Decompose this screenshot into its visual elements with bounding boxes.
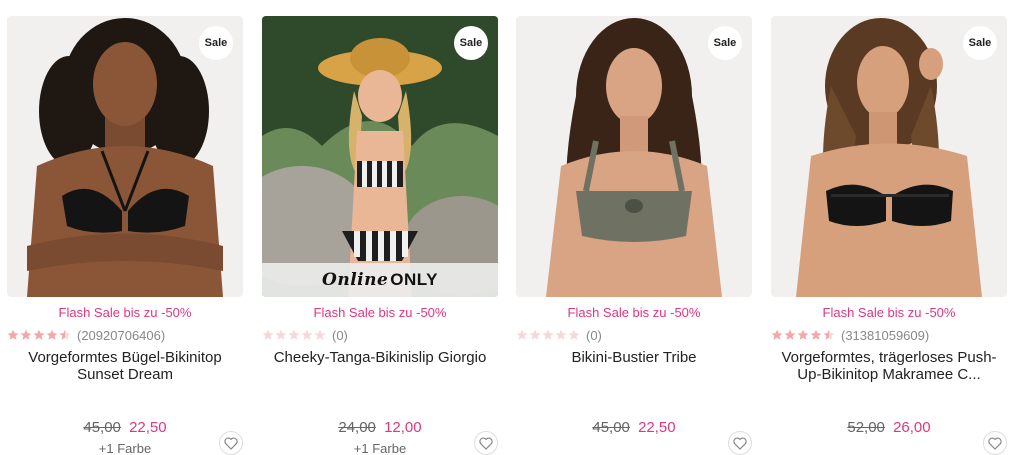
product-image[interactable]: Sale — [771, 16, 1007, 297]
star-rating — [262, 329, 327, 341]
rating-count: (20920706406) — [77, 327, 166, 343]
product-grid: Sale Flash Sale bis zu -50% (20920706406… — [0, 0, 1024, 455]
flash-sale-label: Flash Sale bis zu -50% — [313, 305, 447, 320]
heart-icon — [988, 436, 1002, 450]
product-image[interactable]: Sale — [516, 16, 752, 297]
rating: (20920706406) — [7, 327, 243, 343]
product-title[interactable]: Vorgeformtes Bügel-Bikinitop Sunset Drea… — [7, 349, 243, 403]
online-only-label: ONLY — [390, 270, 438, 289]
flash-sale-label: Flash Sale bis zu -50% — [58, 305, 192, 320]
price: 52,00 26,00 — [771, 419, 1007, 437]
rating: (0) — [262, 327, 498, 343]
star-icon — [555, 329, 567, 340]
price: 45,00 22,50 — [7, 419, 243, 437]
wishlist-button[interactable] — [728, 431, 752, 455]
color-count[interactable]: +1 Farbe — [262, 441, 498, 455]
product-title[interactable]: Vorgeformtes, trägerloses Push-Up-Bikini… — [771, 349, 1007, 403]
rating-count: (0) — [332, 327, 348, 343]
star-icon — [7, 329, 19, 340]
star-icon — [59, 329, 71, 340]
rating: (31381059609) — [771, 327, 1007, 343]
star-icon — [823, 329, 835, 340]
price: 24,00 12,00 — [262, 419, 498, 437]
rating-count: (31381059609) — [841, 327, 930, 343]
sale-badge: Sale — [454, 26, 488, 60]
product-image[interactable]: Sale — [7, 16, 243, 297]
product-card[interactable]: Sale Flash Sale bis zu -50% (31381059609… — [771, 16, 1007, 455]
sale-price: 22,50 — [638, 419, 676, 436]
product-title[interactable]: Cheeky-Tanga-Bikinislip Giorgio — [262, 349, 498, 403]
online-script-label: Online — [322, 270, 389, 290]
star-icon — [46, 329, 58, 340]
star-icon — [529, 329, 541, 340]
product-card[interactable]: Sale Flash Sale bis zu -50% (0) Bikini-B… — [516, 16, 752, 455]
heart-icon — [224, 436, 238, 450]
flash-sale-label: Flash Sale bis zu -50% — [567, 305, 701, 320]
old-price: 24,00 — [338, 419, 376, 436]
star-rating — [771, 329, 836, 341]
sale-badge: Sale — [708, 26, 742, 60]
heart-icon — [479, 436, 493, 450]
star-icon — [262, 329, 274, 340]
star-icon — [301, 329, 313, 340]
star-rating — [7, 329, 72, 341]
price: 45,00 22,50 — [516, 419, 752, 437]
sale-badge: Sale — [963, 26, 997, 60]
star-icon — [542, 329, 554, 340]
wishlist-button[interactable] — [983, 431, 1007, 455]
star-rating — [516, 329, 581, 341]
product-card[interactable]: Sale Online ONLY Flash Sale bis zu -50% … — [262, 16, 498, 455]
old-price: 45,00 — [592, 419, 630, 436]
old-price: 45,00 — [83, 419, 121, 436]
star-icon — [33, 329, 45, 340]
product-image[interactable]: Sale Online ONLY — [262, 16, 498, 297]
star-icon — [797, 329, 809, 340]
product-card[interactable]: Sale Flash Sale bis zu -50% (20920706406… — [7, 16, 243, 455]
sale-price: 26,00 — [893, 419, 931, 436]
star-icon — [771, 329, 783, 340]
online-only-banner: Online ONLY — [262, 263, 498, 297]
star-icon — [314, 329, 326, 340]
sale-price: 22,50 — [129, 419, 167, 436]
wishlist-button[interactable] — [219, 431, 243, 455]
star-icon — [516, 329, 528, 340]
color-count[interactable]: +1 Farbe — [7, 441, 243, 455]
product-title[interactable]: Bikini-Bustier Tribe — [516, 349, 752, 403]
star-icon — [784, 329, 796, 340]
heart-icon — [733, 436, 747, 450]
star-icon — [20, 329, 32, 340]
wishlist-button[interactable] — [474, 431, 498, 455]
old-price: 52,00 — [847, 419, 885, 436]
star-icon — [288, 329, 300, 340]
rating-count: (0) — [586, 327, 602, 343]
sale-badge: Sale — [199, 26, 233, 60]
flash-sale-label: Flash Sale bis zu -50% — [822, 305, 956, 320]
star-icon — [568, 329, 580, 340]
sale-price: 12,00 — [384, 419, 422, 436]
star-icon — [275, 329, 287, 340]
star-icon — [810, 329, 822, 340]
rating: (0) — [516, 327, 752, 343]
